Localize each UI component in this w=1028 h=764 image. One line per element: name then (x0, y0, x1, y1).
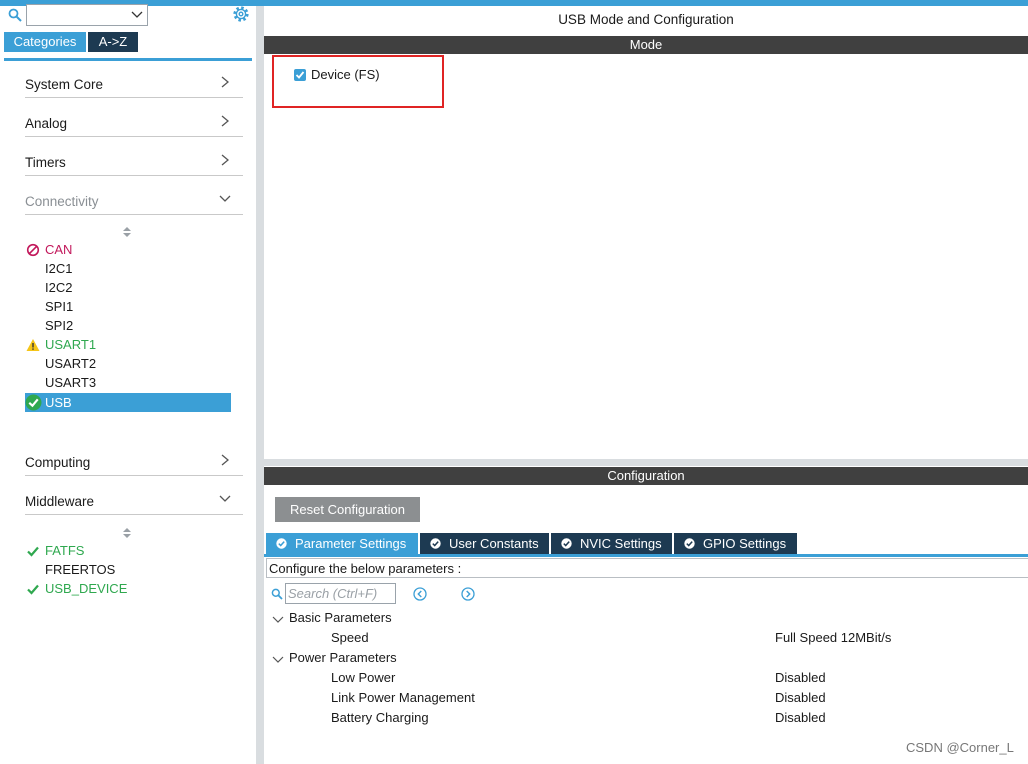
search-icon (271, 588, 283, 600)
tab-categories[interactable]: Categories (4, 32, 86, 52)
configure-info-text: Configure the below parameters : (266, 558, 1028, 578)
check-circle-icon (430, 538, 441, 549)
list-item-label: FREERTOS (45, 562, 116, 577)
tab-parameter-settings[interactable]: Parameter Settings (266, 533, 418, 554)
tab-label: User Constants (449, 536, 539, 551)
param-value-link-power-management[interactable]: Disabled (775, 688, 826, 708)
parameter-search-input[interactable]: Search (Ctrl+F) (285, 583, 396, 604)
list-item-label: USART3 (45, 375, 97, 390)
next-match-icon[interactable] (461, 587, 475, 601)
group-basic-parameters[interactable]: Basic Parameters (289, 608, 392, 628)
category-label: Timers (25, 155, 66, 170)
category-computing[interactable]: Computing (25, 438, 243, 476)
gear-icon[interactable] (232, 5, 250, 23)
param-name-low-power[interactable]: Low Power (331, 668, 395, 688)
group-power-parameters[interactable]: Power Parameters (289, 648, 397, 668)
chevron-down-icon (219, 195, 231, 202)
list-item-label: USART2 (45, 356, 97, 371)
list-item-freertos[interactable]: FREERTOS (25, 560, 231, 579)
horizontal-splitter[interactable] (264, 459, 1028, 466)
category-label: Connectivity (25, 194, 99, 209)
tab-gpio-settings[interactable]: GPIO Settings (674, 533, 797, 554)
list-item-fatfs[interactable]: FATFS (25, 541, 231, 560)
list-item-usb[interactable]: USB (25, 393, 231, 412)
check-icon (27, 584, 39, 595)
tab-underline (264, 554, 1028, 557)
list-item-label: I2C1 (45, 261, 73, 276)
warning-icon (26, 339, 40, 351)
category-label: System Core (25, 77, 104, 92)
previous-match-icon[interactable] (413, 587, 427, 601)
tab-nvic-settings[interactable]: NVIC Settings (551, 533, 672, 554)
tab-label: NVIC Settings (580, 536, 662, 551)
tab-user-constants[interactable]: User Constants (420, 533, 549, 554)
chevron-right-icon (221, 454, 229, 466)
chevron-down-icon[interactable] (272, 653, 284, 665)
mode-panel (264, 55, 1028, 459)
list-item-label: FATFS (45, 543, 85, 558)
list-item-label: CAN (45, 242, 73, 257)
list-item-label: USB (45, 395, 72, 410)
mode-header: Mode (264, 36, 1028, 54)
list-item-usart2[interactable]: USART2 (25, 354, 231, 373)
param-value-speed[interactable]: Full Speed 12MBit/s (775, 628, 891, 648)
chevron-right-icon (221, 154, 229, 166)
list-item-label: SPI2 (45, 318, 74, 333)
category-middleware[interactable]: Middleware (25, 477, 243, 515)
list-item-usart1[interactable]: USART1 (25, 335, 231, 354)
list-item-spi1[interactable]: SPI1 (25, 297, 231, 316)
list-item-spi2[interactable]: SPI2 (25, 316, 231, 335)
check-circle-icon (276, 538, 287, 549)
category-label: Computing (25, 455, 91, 470)
category-system-core[interactable]: System Core (25, 60, 243, 98)
category-label: Analog (25, 116, 68, 131)
list-item-usb-device[interactable]: USB_DEVICE (25, 579, 231, 598)
sort-icon[interactable] (122, 226, 132, 238)
check-circle-icon (684, 538, 695, 549)
list-item-can[interactable]: CAN (25, 240, 231, 259)
blocked-icon (26, 243, 40, 257)
list-item-usart3[interactable]: USART3 (25, 373, 231, 392)
watermark: CSDN @Corner_L (906, 740, 1014, 755)
list-item-label: USB_DEVICE (45, 581, 128, 596)
chevron-right-icon (221, 115, 229, 127)
vertical-splitter[interactable] (256, 6, 264, 764)
list-item-label: SPI1 (45, 299, 74, 314)
list-item-i2c2[interactable]: I2C2 (25, 278, 231, 297)
param-value-low-power[interactable]: Disabled (775, 668, 826, 688)
tab-label: Parameter Settings (295, 536, 407, 551)
tab-a-to-z[interactable]: A->Z (88, 32, 138, 52)
category-label: Middleware (25, 494, 95, 509)
check-icon (27, 546, 39, 557)
configuration-header: Configuration (264, 467, 1028, 485)
check-circle-icon (561, 538, 572, 549)
device-fs-label[interactable]: Device (FS) (311, 67, 380, 82)
list-item-label: USART1 (45, 337, 97, 352)
chevron-down-icon[interactable] (272, 613, 284, 625)
check-circle-icon (25, 394, 42, 411)
category-connectivity[interactable]: Connectivity (25, 177, 243, 215)
chevron-down-icon (131, 11, 143, 18)
category-filter-select[interactable] (26, 4, 148, 26)
category-timers[interactable]: Timers (25, 138, 243, 176)
param-name-battery-charging[interactable]: Battery Charging (331, 708, 429, 728)
list-item-i2c1[interactable]: I2C1 (25, 259, 231, 278)
device-fs-checkbox[interactable] (294, 69, 306, 81)
param-name-speed[interactable]: Speed (331, 628, 369, 648)
tab-label: GPIO Settings (703, 536, 787, 551)
sort-icon[interactable] (122, 527, 132, 539)
param-name-link-power-management[interactable]: Link Power Management (331, 688, 475, 708)
reset-configuration-button[interactable]: Reset Configuration (275, 497, 420, 522)
list-item-label: I2C2 (45, 280, 73, 295)
checkmark-icon (295, 71, 305, 79)
page-title: USB Mode and Configuration (558, 12, 734, 27)
search-icon[interactable] (8, 8, 22, 22)
param-value-battery-charging[interactable]: Disabled (775, 708, 826, 728)
chevron-down-icon (219, 495, 231, 502)
category-analog[interactable]: Analog (25, 99, 243, 137)
chevron-right-icon (221, 76, 229, 88)
